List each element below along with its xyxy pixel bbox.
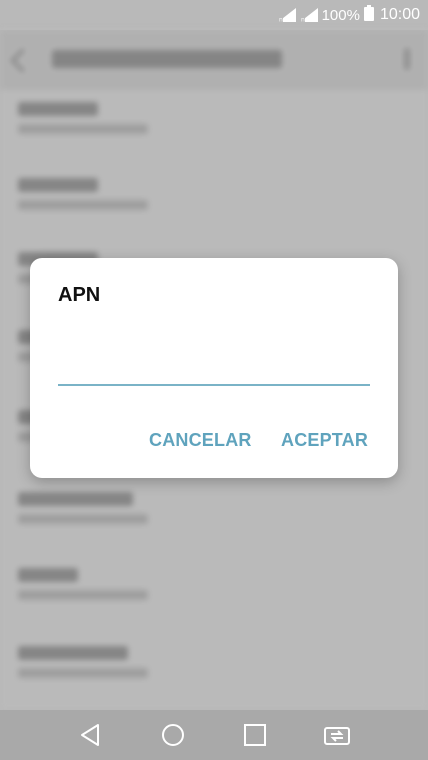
apn-dialog: APN CANCELAR ACEPTAR — [30, 258, 398, 478]
status-bar: n n 100% 10:00 — [0, 0, 428, 30]
back-icon[interactable] — [78, 722, 104, 748]
svg-text:n: n — [279, 17, 283, 23]
sim2-signal-icon: n — [299, 8, 318, 23]
apn-input[interactable] — [58, 350, 370, 386]
dialog-title: APN — [58, 284, 101, 306]
recents-icon[interactable] — [242, 722, 268, 748]
dual-window-icon[interactable] — [323, 722, 350, 748]
status-icons: n n 100% 10:00 — [277, 4, 420, 26]
battery-percent: 100% — [321, 6, 360, 24]
cancel-button[interactable]: CANCELAR — [149, 430, 252, 451]
home-icon[interactable] — [160, 722, 186, 748]
svg-text:n: n — [301, 17, 305, 23]
navigation-bar — [0, 710, 428, 760]
accept-button[interactable]: ACEPTAR — [281, 430, 368, 451]
battery-icon — [363, 4, 374, 26]
clock: 10:00 — [379, 6, 420, 23]
sim1-signal-icon: n — [277, 8, 296, 23]
